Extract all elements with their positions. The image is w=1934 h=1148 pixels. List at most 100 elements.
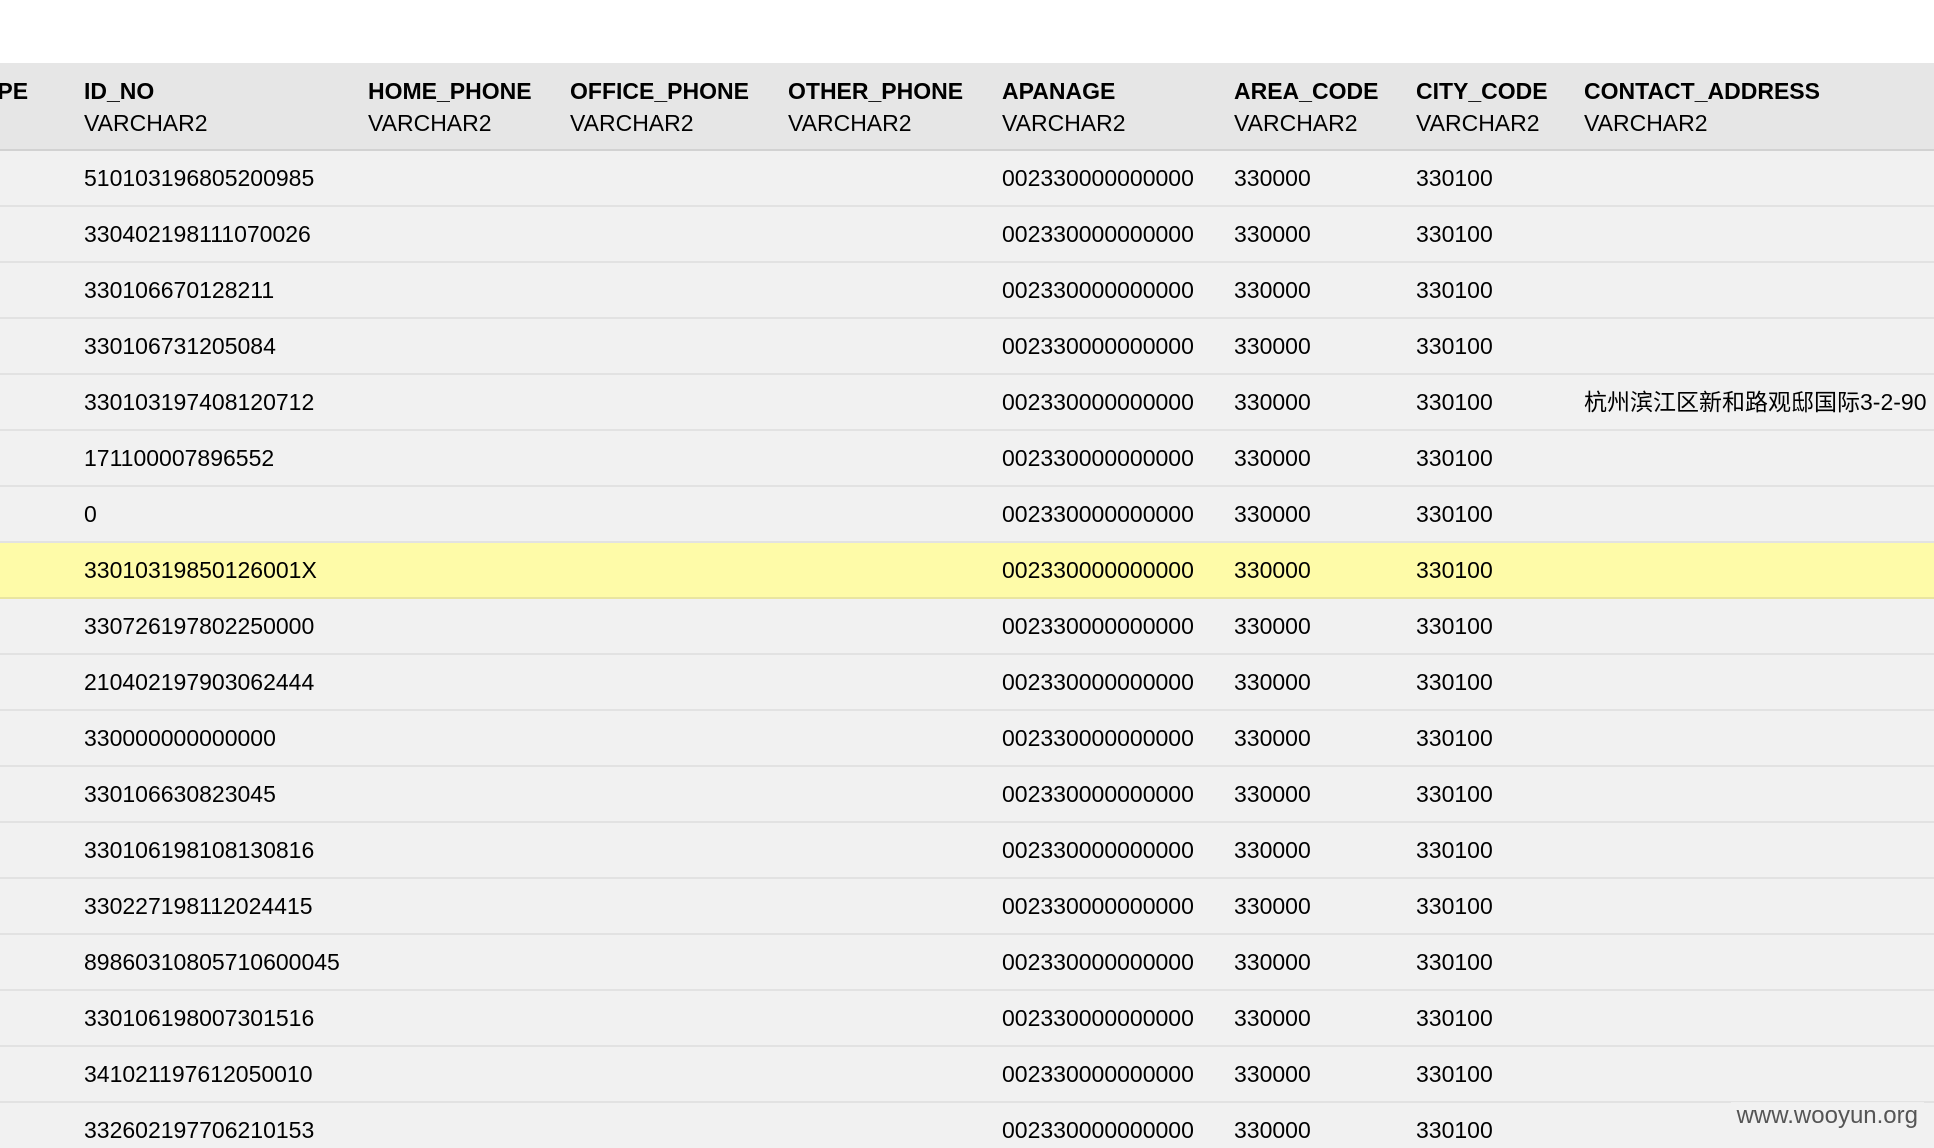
- cell-office-phone[interactable]: [570, 878, 788, 935]
- cell-apanage[interactable]: 002330000000000: [1002, 598, 1234, 655]
- cell-area-code[interactable]: 330000: [1234, 1046, 1416, 1103]
- cell-city-code[interactable]: 330100: [1416, 150, 1584, 207]
- cell-apanage[interactable]: 002330000000000: [1002, 710, 1234, 767]
- cell-home-phone[interactable]: [368, 374, 570, 431]
- cell-other-phone[interactable]: [788, 710, 1002, 767]
- table-row[interactable]: 330726197802250000 002330000000000 330000 3…: [0, 598, 1934, 655]
- cell-area-code[interactable]: 330000: [1234, 598, 1416, 655]
- cell-city-code[interactable]: 330100: [1416, 598, 1584, 655]
- cell-area-code[interactable]: 330000: [1234, 262, 1416, 319]
- cell-id-no[interactable]: 330103197408120712: [84, 374, 368, 431]
- cell-other-phone[interactable]: [788, 206, 1002, 263]
- cell-other-phone[interactable]: [788, 486, 1002, 543]
- cell-type[interactable]: [0, 878, 84, 935]
- cell-home-phone[interactable]: [368, 486, 570, 543]
- cell-id-no[interactable]: 330000000000000: [84, 710, 368, 767]
- cell-city-code[interactable]: 330100: [1416, 1046, 1584, 1103]
- column-header-other-phone[interactable]: OTHER_PHONE VARCHAR2: [788, 63, 1002, 151]
- cell-area-code[interactable]: 330000: [1234, 822, 1416, 879]
- cell-type[interactable]: [0, 374, 84, 431]
- table-row[interactable]: 330106670128211 002330000000000 330000 3301…: [0, 262, 1934, 319]
- cell-apanage[interactable]: 002330000000000: [1002, 1046, 1234, 1103]
- cell-home-phone[interactable]: [368, 766, 570, 823]
- column-header-type[interactable]: TYPE AR: [0, 63, 84, 151]
- cell-type[interactable]: [0, 150, 84, 207]
- cell-apanage[interactable]: 002330000000000: [1002, 878, 1234, 935]
- cell-office-phone[interactable]: [570, 990, 788, 1047]
- cell-type[interactable]: [0, 654, 84, 711]
- cell-apanage[interactable]: 002330000000000: [1002, 318, 1234, 375]
- table-row[interactable]: 330106198007301516 002330000000000 330000 3…: [0, 990, 1934, 1047]
- cell-office-phone[interactable]: [570, 710, 788, 767]
- cell-area-code[interactable]: 330000: [1234, 206, 1416, 263]
- cell-home-phone[interactable]: [368, 430, 570, 487]
- cell-apanage[interactable]: 002330000000000: [1002, 206, 1234, 263]
- cell-type[interactable]: [0, 206, 84, 263]
- cell-home-phone[interactable]: [368, 542, 570, 599]
- cell-type[interactable]: [0, 822, 84, 879]
- cell-home-phone[interactable]: [368, 990, 570, 1047]
- cell-contact-address[interactable]: [1584, 934, 1934, 991]
- cell-home-phone[interactable]: [368, 1102, 570, 1148]
- cell-home-phone[interactable]: [368, 598, 570, 655]
- cell-contact-address[interactable]: [1584, 766, 1934, 823]
- cell-office-phone[interactable]: [570, 262, 788, 319]
- cell-apanage[interactable]: 002330000000000: [1002, 990, 1234, 1047]
- cell-contact-address[interactable]: [1584, 318, 1934, 375]
- cell-office-phone[interactable]: [570, 1046, 788, 1103]
- cell-type[interactable]: [0, 1102, 84, 1148]
- cell-contact-address[interactable]: [1584, 710, 1934, 767]
- cell-city-code[interactable]: 330100: [1416, 206, 1584, 263]
- cell-city-code[interactable]: 330100: [1416, 318, 1584, 375]
- cell-city-code[interactable]: 330100: [1416, 878, 1584, 935]
- cell-type[interactable]: [0, 430, 84, 487]
- cell-home-phone[interactable]: [368, 1046, 570, 1103]
- cell-apanage[interactable]: 002330000000000: [1002, 150, 1234, 207]
- table-row[interactable]: 330402198111070026 002330000000000 330000 3…: [0, 206, 1934, 263]
- cell-city-code[interactable]: 330100: [1416, 542, 1584, 599]
- cell-apanage[interactable]: 002330000000000: [1002, 262, 1234, 319]
- cell-apanage[interactable]: 002330000000000: [1002, 430, 1234, 487]
- cell-contact-address[interactable]: [1584, 430, 1934, 487]
- cell-city-code[interactable]: 330100: [1416, 654, 1584, 711]
- cell-city-code[interactable]: 330100: [1416, 430, 1584, 487]
- cell-contact-address[interactable]: [1584, 598, 1934, 655]
- column-header-office-phone[interactable]: OFFICE_PHONE VARCHAR2: [570, 63, 788, 151]
- table-row[interactable]: 330103197408120712 002330000000000 330000 3…: [0, 374, 1934, 431]
- cell-type[interactable]: [0, 486, 84, 543]
- cell-type[interactable]: [0, 598, 84, 655]
- cell-home-phone[interactable]: [368, 206, 570, 263]
- cell-home-phone[interactable]: [368, 822, 570, 879]
- cell-area-code[interactable]: 330000: [1234, 150, 1416, 207]
- cell-id-no[interactable]: 210402197903062444: [84, 654, 368, 711]
- cell-area-code[interactable]: 330000: [1234, 1102, 1416, 1148]
- cell-other-phone[interactable]: [788, 598, 1002, 655]
- cell-contact-address[interactable]: 杭州滨江区新和路观邸国际3-2-90: [1584, 374, 1934, 431]
- cell-id-no[interactable]: 330106198108130816: [84, 822, 368, 879]
- cell-office-phone[interactable]: [570, 430, 788, 487]
- cell-other-phone[interactable]: [788, 318, 1002, 375]
- cell-other-phone[interactable]: [788, 374, 1002, 431]
- cell-office-phone[interactable]: [570, 822, 788, 879]
- cell-office-phone[interactable]: [570, 486, 788, 543]
- cell-apanage[interactable]: 002330000000000: [1002, 934, 1234, 991]
- cell-city-code[interactable]: 330100: [1416, 374, 1584, 431]
- cell-apanage[interactable]: 002330000000000: [1002, 1102, 1234, 1148]
- cell-id-no[interactable]: 0: [84, 486, 368, 543]
- cell-other-phone[interactable]: [788, 1046, 1002, 1103]
- cell-other-phone[interactable]: [788, 654, 1002, 711]
- cell-contact-address[interactable]: [1584, 262, 1934, 319]
- cell-type[interactable]: [0, 318, 84, 375]
- cell-id-no[interactable]: 330106630823045: [84, 766, 368, 823]
- cell-office-phone[interactable]: [570, 374, 788, 431]
- cell-office-phone[interactable]: [570, 934, 788, 991]
- cell-city-code[interactable]: 330100: [1416, 486, 1584, 543]
- table-row[interactable]: 330106731205084 002330000000000 330000 3301…: [0, 318, 1934, 375]
- cell-office-phone[interactable]: [570, 654, 788, 711]
- cell-contact-address[interactable]: [1584, 878, 1934, 935]
- cell-other-phone[interactable]: [788, 990, 1002, 1047]
- table-row[interactable]: 330106198108130816 002330000000000 330000 3…: [0, 822, 1934, 879]
- cell-contact-address[interactable]: [1584, 654, 1934, 711]
- cell-city-code[interactable]: 330100: [1416, 262, 1584, 319]
- cell-id-no[interactable]: 341021197612050010: [84, 1046, 368, 1103]
